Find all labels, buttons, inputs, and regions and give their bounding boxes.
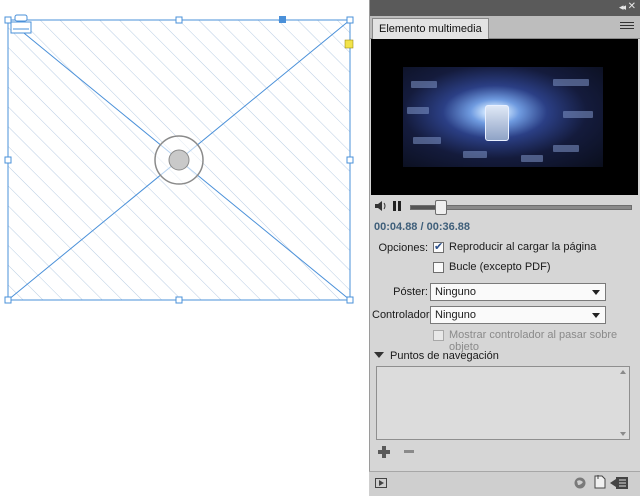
anchored-object-handle[interactable] xyxy=(279,16,286,23)
controller-label: Controlador: xyxy=(372,309,433,321)
controller-select[interactable]: Ninguno xyxy=(430,306,606,324)
selection-handle-tl[interactable] xyxy=(4,16,12,24)
transport-bar xyxy=(370,196,640,216)
preview-icon[interactable] xyxy=(375,478,387,488)
loop-label[interactable]: Bucle (excepto PDF) xyxy=(449,261,550,273)
export-icon[interactable] xyxy=(610,477,628,489)
chevron-down-icon xyxy=(592,313,600,318)
poster-select[interactable]: Ninguno xyxy=(430,283,606,301)
page-icon[interactable] xyxy=(594,475,606,489)
minus-icon[interactable] xyxy=(404,450,414,454)
content-grabber-icon[interactable] xyxy=(154,135,204,185)
seek-thumb[interactable] xyxy=(435,200,448,215)
selection-handle-tc[interactable] xyxy=(175,16,183,24)
poster-label: Póster: xyxy=(393,286,428,298)
panel-tabstrip: Elemento multimedia xyxy=(370,16,640,39)
loop-checkbox[interactable] xyxy=(433,262,444,273)
video-frame-image xyxy=(403,67,603,167)
selection-handle-ml[interactable] xyxy=(4,156,12,164)
nav-points-header: Puntos de navegación xyxy=(374,350,634,364)
media-preview xyxy=(371,39,638,195)
scroll-up-icon[interactable] xyxy=(620,370,626,374)
pause-icon[interactable] xyxy=(392,201,402,211)
media-frame-type-icon xyxy=(10,14,32,34)
selection-handle-br[interactable] xyxy=(346,296,354,304)
play-on-load-label[interactable]: Reproducir al cargar la página xyxy=(449,241,596,253)
nav-list-scrollbar[interactable] xyxy=(619,368,628,438)
collapse-panel-button[interactable]: ◂◂ xyxy=(619,2,626,13)
speaker-icon[interactable] xyxy=(374,200,388,212)
disclosure-triangle-icon[interactable] xyxy=(374,352,384,358)
selection-handle-tr[interactable] xyxy=(346,16,354,24)
selection-handle-bl[interactable] xyxy=(4,296,12,304)
nav-points-title: Puntos de navegación xyxy=(390,350,499,362)
nav-points-list[interactable] xyxy=(376,366,630,440)
media-frame[interactable] xyxy=(0,0,370,320)
options-label: Opciones: xyxy=(378,242,428,254)
chevron-down-icon xyxy=(592,290,600,295)
controller-select-value: Ninguno xyxy=(435,309,476,321)
seek-slider[interactable] xyxy=(410,200,632,215)
tab-elemento-multimedia[interactable]: Elemento multimedia xyxy=(372,18,489,39)
play-on-load-checkbox[interactable] xyxy=(433,240,444,253)
live-corner-widget[interactable] xyxy=(344,39,354,49)
panel-menu-icon[interactable] xyxy=(620,22,634,32)
selection-handle-mr[interactable] xyxy=(346,156,354,164)
scroll-down-icon[interactable] xyxy=(620,432,626,436)
show-controller-checkbox[interactable] xyxy=(433,330,444,341)
add-icon[interactable] xyxy=(378,446,390,458)
selection-handle-bc[interactable] xyxy=(175,296,183,304)
close-panel-button[interactable]: ✕ xyxy=(628,1,636,12)
poster-select-value: Ninguno xyxy=(435,286,476,298)
url-icon[interactable] xyxy=(574,477,586,489)
timecode-readout: 00:04.88 / 00:36.88 xyxy=(374,221,471,233)
panel-titlebar: ◂◂ ✕ xyxy=(370,0,640,16)
